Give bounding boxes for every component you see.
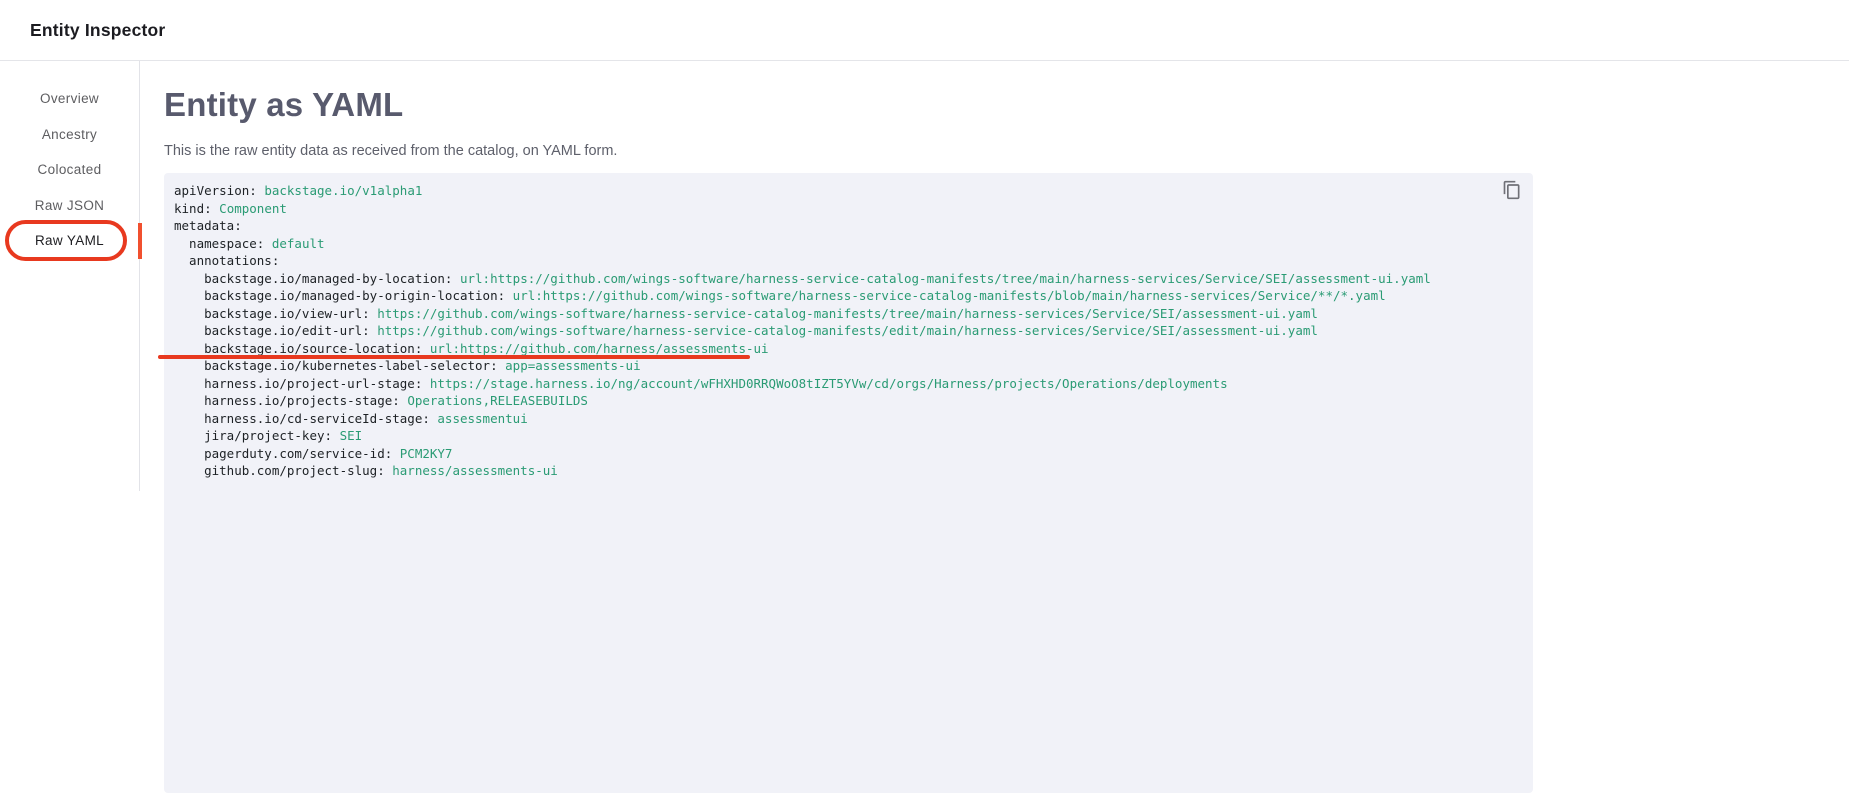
main-panel: Entity as YAML This is the raw entity da… — [140, 61, 1849, 491]
yaml-value: Component — [219, 201, 287, 216]
sidebar-item-label: Overview — [40, 91, 99, 106]
yaml-key: harness.io/cd-serviceId-stage: — [174, 411, 430, 426]
yaml-key: namespace: — [174, 236, 264, 251]
yaml-value: url:https://github.com/wings-software/ha… — [460, 271, 1431, 286]
yaml-key: harness.io/projects-stage: — [174, 393, 400, 408]
yaml-code: apiVersion: backstage.io/v1alpha1kind: C… — [174, 182, 1523, 480]
yaml-line: kind: Component — [174, 200, 1523, 218]
yaml-value: harness/assessments-ui — [392, 463, 558, 478]
yaml-key: github.com/project-slug: — [174, 463, 385, 478]
yaml-value: assessmentui — [437, 411, 527, 426]
yaml-line: backstage.io/managed-by-origin-location:… — [174, 287, 1523, 305]
yaml-key: backstage.io/view-url: — [174, 306, 370, 321]
sidebar-item-raw-json[interactable]: Raw JSON — [0, 188, 139, 224]
yaml-value: SEI — [340, 428, 363, 443]
yaml-key: apiVersion: — [174, 183, 257, 198]
yaml-line: jira/project-key: SEI — [174, 427, 1523, 445]
dialog-header: Entity Inspector — [0, 0, 1849, 61]
yaml-key: harness.io/project-url-stage: — [174, 376, 422, 391]
yaml-value: backstage.io/v1alpha1 — [264, 183, 422, 198]
yaml-value: default — [272, 236, 325, 251]
dialog-title: Entity Inspector — [30, 20, 165, 41]
yaml-line: backstage.io/kubernetes-label-selector: … — [174, 357, 1523, 375]
yaml-value: https://stage.harness.io/ng/account/wFHX… — [430, 376, 1228, 391]
yaml-line: backstage.io/managed-by-location: url:ht… — [174, 270, 1523, 288]
yaml-value: PCM2KY7 — [400, 446, 453, 461]
yaml-key: kind: — [174, 201, 212, 216]
sidebar-item-ancestry[interactable]: Ancestry — [0, 117, 139, 153]
yaml-line: backstage.io/source-location: url:https:… — [174, 340, 1523, 358]
yaml-value: url:https://github.com/harness/assessmen… — [430, 341, 769, 356]
yaml-key: backstage.io/kubernetes-label-selector: — [174, 358, 498, 373]
sidebar-item-label: Ancestry — [42, 127, 97, 142]
yaml-line: harness.io/projects-stage: Operations,RE… — [174, 392, 1523, 410]
yaml-value: https://github.com/wings-software/harnes… — [377, 323, 1318, 338]
yaml-value: url:https://github.com/wings-software/ha… — [513, 288, 1386, 303]
sidebar-item-colocated[interactable]: Colocated — [0, 152, 139, 188]
sidebar-item-label: Raw JSON — [35, 198, 105, 213]
yaml-value: https://github.com/wings-software/harnes… — [377, 306, 1318, 321]
yaml-key: backstage.io/source-location: — [174, 341, 422, 356]
yaml-key: annotations: — [174, 253, 279, 268]
yaml-key: pagerduty.com/service-id: — [174, 446, 392, 461]
yaml-key: backstage.io/managed-by-origin-location: — [174, 288, 505, 303]
yaml-line: github.com/project-slug: harness/assessm… — [174, 462, 1523, 480]
sidebar-item-overview[interactable]: Overview — [0, 81, 139, 117]
yaml-line: backstage.io/edit-url: https://github.co… — [174, 322, 1523, 340]
yaml-line: harness.io/project-url-stage: https://st… — [174, 375, 1523, 393]
yaml-line: annotations: — [174, 252, 1523, 270]
yaml-key: jira/project-key: — [174, 428, 332, 443]
yaml-key: backstage.io/managed-by-location: — [174, 271, 452, 286]
yaml-line: apiVersion: backstage.io/v1alpha1 — [174, 182, 1523, 200]
yaml-value: app=assessments-ui — [505, 358, 640, 373]
sidebar-item-raw-yaml[interactable]: Raw YAML — [0, 223, 139, 259]
dialog-content: Overview Ancestry Colocated Raw JSON Raw YAM… — [0, 61, 1849, 491]
active-tab-indicator — [138, 223, 142, 259]
page-title: Entity as YAML — [164, 85, 1849, 125]
yaml-line: metadata: — [174, 217, 1523, 235]
yaml-line: pagerduty.com/service-id: PCM2KY7 — [174, 445, 1523, 463]
sidebar-item-label: Raw YAML — [35, 233, 104, 248]
page-description: This is the raw entity data as received … — [164, 141, 1849, 161]
sidebar-item-label: Colocated — [38, 162, 102, 177]
yaml-key: metadata: — [174, 218, 242, 233]
yaml-code-block: apiVersion: backstage.io/v1alpha1kind: C… — [164, 173, 1533, 793]
yaml-line: harness.io/cd-serviceId-stage: assessmen… — [174, 410, 1523, 428]
yaml-line: backstage.io/view-url: https://github.co… — [174, 305, 1523, 323]
yaml-line: namespace: default — [174, 235, 1523, 253]
yaml-key: backstage.io/edit-url: — [174, 323, 370, 338]
yaml-value: Operations,RELEASEBUILDS — [407, 393, 588, 408]
inspector-sidebar-tabs: Overview Ancestry Colocated Raw JSON Raw YAM… — [0, 61, 140, 491]
